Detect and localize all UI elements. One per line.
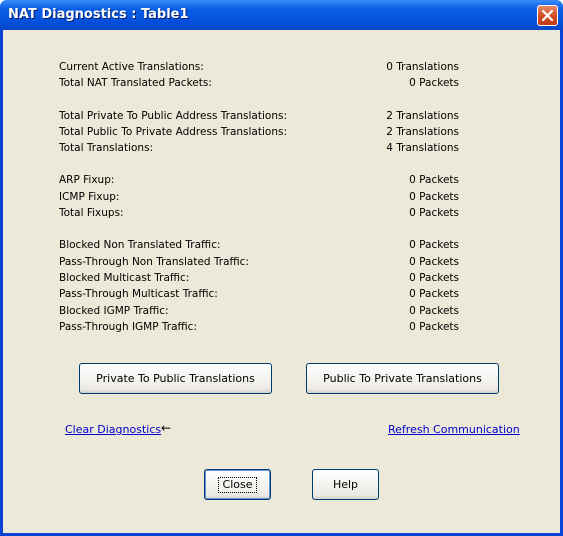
button-label: Private To Public Translations <box>96 372 255 385</box>
close-icon <box>541 9 554 22</box>
refresh-communication-link[interactable]: Refresh Communication <box>388 423 520 436</box>
stat-label: Total Private To Public Address Translat… <box>59 109 287 122</box>
stat-value: 0 Packets <box>409 207 459 220</box>
stat-row: ARP Fixup: 0 Packets <box>59 174 459 190</box>
stat-row: Current Active Translations: 0 Translati… <box>59 61 459 77</box>
stat-label: Pass-Through Non Translated Traffic: <box>59 255 249 268</box>
public-to-private-translations-button[interactable]: Public To Private Translations <box>306 363 499 394</box>
stat-label: Blocked Multicast Traffic: <box>59 271 190 284</box>
stat-row: ICMP Fixup: 0 Packets <box>59 191 459 207</box>
stat-value: 2 Translations <box>386 125 459 138</box>
stat-value: 0 Translations <box>386 61 459 73</box>
private-to-public-translations-button[interactable]: Private To Public Translations <box>79 363 272 394</box>
stat-row: Total Public To Private Address Translat… <box>59 126 459 142</box>
stat-value: 0 Packets <box>409 288 459 301</box>
button-label: Public To Private Translations <box>323 372 482 385</box>
left-arrow-icon: ← <box>161 421 172 435</box>
stat-label: Pass-Through Multicast Traffic: <box>59 288 218 301</box>
stat-value: 0 Packets <box>409 304 459 317</box>
stat-label: Blocked IGMP Traffic: <box>59 304 169 317</box>
stat-value: 0 Packets <box>409 255 459 268</box>
stat-label: Total Public To Private Address Translat… <box>59 125 287 138</box>
help-button[interactable]: Help <box>312 469 379 500</box>
stat-label: Pass-Through IGMP Traffic: <box>59 320 197 333</box>
stat-value: 0 Packets <box>409 320 459 333</box>
stat-value: 0 Packets <box>409 190 459 203</box>
stat-row: Pass-Through Non Translated Traffic: 0 P… <box>59 256 459 272</box>
stat-value: 2 Translations <box>386 109 459 122</box>
window-title: NAT Diagnostics : Table1 <box>8 7 189 22</box>
stat-label: ARP Fixup: <box>59 174 115 187</box>
stat-label: ICMP Fixup: <box>59 190 120 203</box>
stat-row: Pass-Through Multicast Traffic: 0 Packet… <box>59 288 459 304</box>
stat-value: 0 Packets <box>409 271 459 284</box>
button-label: Close <box>217 477 258 493</box>
stat-value: 0 Packets <box>409 77 459 90</box>
stat-row: Total NAT Translated Packets: 0 Packets <box>59 77 459 93</box>
stat-label: Total Fixups: <box>59 207 124 220</box>
stat-row: Total Private To Public Address Translat… <box>59 110 459 126</box>
statistics-panel: Current Active Translations: 0 Translati… <box>59 61 459 337</box>
dialog-window: NAT Diagnostics : Table1 Current Active … <box>0 0 563 536</box>
dialog-body: Current Active Translations: 0 Translati… <box>3 30 560 533</box>
stat-label: Current Active Translations: <box>59 61 204 73</box>
stat-label: Total NAT Translated Packets: <box>59 77 212 90</box>
close-button[interactable]: Close <box>204 469 271 500</box>
button-label: Help <box>332 478 359 491</box>
stat-row: Blocked Non Translated Traffic: 0 Packet… <box>59 239 459 255</box>
stat-value: 4 Translations <box>386 142 459 155</box>
window-close-button[interactable] <box>537 5 558 26</box>
title-bar[interactable]: NAT Diagnostics : Table1 <box>0 0 563 30</box>
stat-label: Blocked Non Translated Traffic: <box>59 239 221 252</box>
stat-value: 0 Packets <box>409 174 459 187</box>
stat-row: Blocked IGMP Traffic: 0 Packets <box>59 305 459 321</box>
stat-row: Pass-Through IGMP Traffic: 0 Packets <box>59 321 459 337</box>
stat-value: 0 Packets <box>409 239 459 252</box>
stat-row: Total Translations: 4 Translations <box>59 142 459 158</box>
stat-row: Blocked Multicast Traffic: 0 Packets <box>59 272 459 288</box>
stat-label: Total Translations: <box>59 142 154 155</box>
clear-diagnostics-link[interactable]: Clear Diagnostics <box>65 423 161 436</box>
stat-row: Total Fixups: 0 Packets <box>59 207 459 223</box>
